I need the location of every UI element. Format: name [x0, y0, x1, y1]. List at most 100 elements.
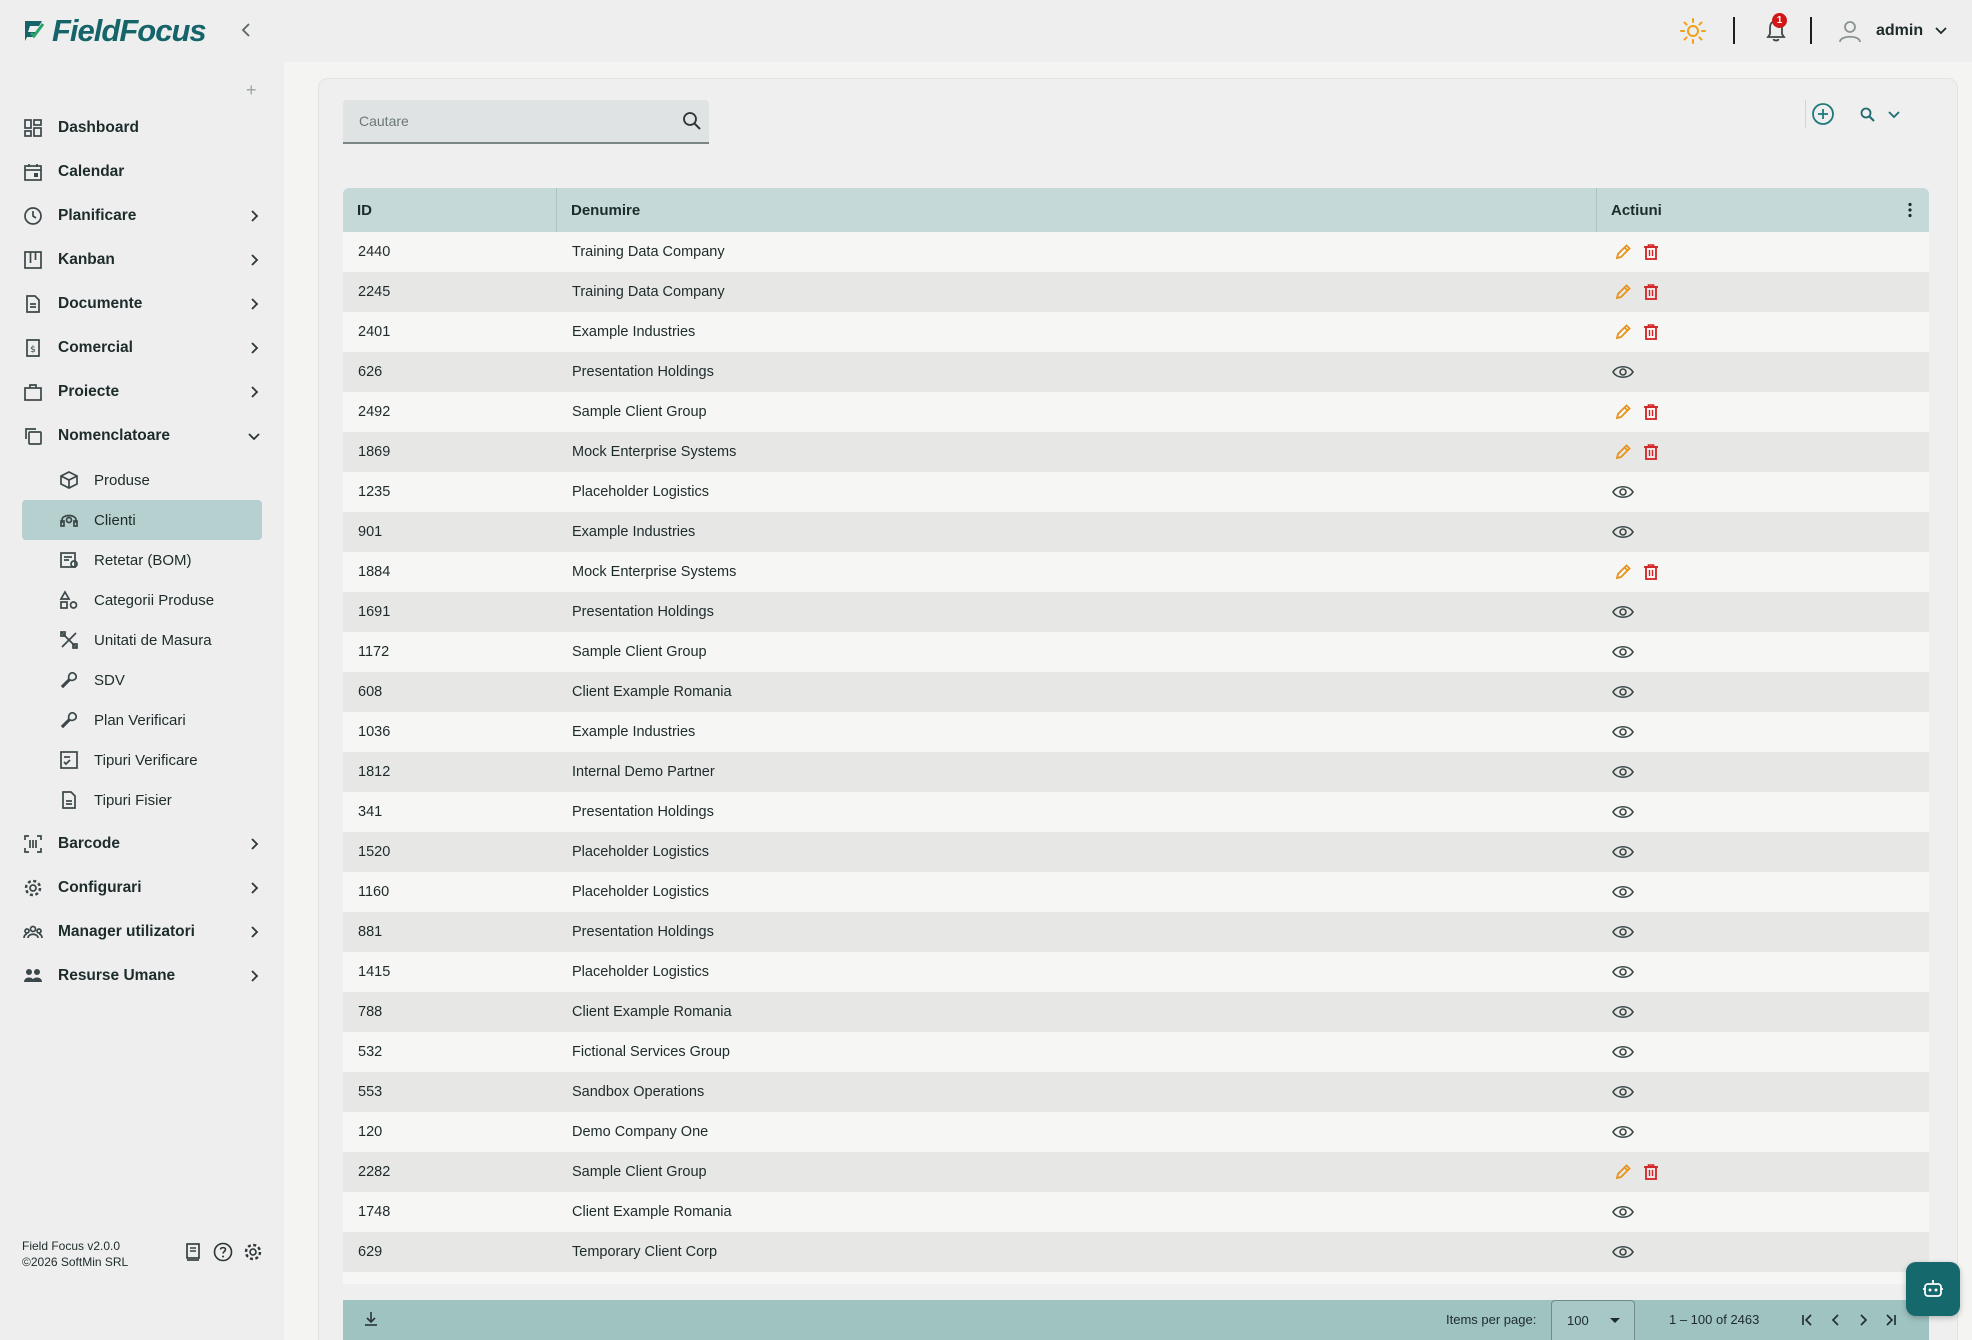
edit-pencil-icon[interactable]: [1612, 441, 1634, 463]
sidebar-subitem-tipuri-fisier[interactable]: Tipuri Fisier: [22, 780, 262, 820]
view-eye-icon[interactable]: [1612, 961, 1634, 983]
table-row[interactable]: 120 Demo Company One: [343, 1112, 1929, 1152]
sidebar-subitem-retetar-bom[interactable]: Retetar (BOM): [22, 540, 262, 580]
sidebar-item-planificare[interactable]: Planificare: [22, 196, 262, 236]
sidebar-item-barcode[interactable]: Barcode: [22, 824, 262, 864]
column-menu-icon[interactable]: [1901, 201, 1919, 219]
table-row[interactable]: 608 Client Example Romania: [343, 672, 1929, 712]
column-header-id[interactable]: ID: [343, 188, 557, 232]
view-eye-icon[interactable]: [1612, 1081, 1634, 1103]
table-row[interactable]: 1036 Example Industries: [343, 712, 1929, 752]
view-eye-icon[interactable]: [1612, 801, 1634, 823]
view-eye-icon[interactable]: [1612, 1001, 1634, 1023]
sidebar-item-dashboard[interactable]: Dashboard: [22, 108, 262, 148]
view-eye-icon[interactable]: [1612, 841, 1634, 863]
view-eye-icon[interactable]: [1612, 881, 1634, 903]
delete-trash-icon[interactable]: [1640, 281, 1662, 303]
download-icon[interactable]: [361, 1309, 381, 1329]
delete-trash-icon[interactable]: [1640, 401, 1662, 423]
sidebar-subitem-sdv[interactable]: SDV: [22, 660, 262, 700]
table-row[interactable]: 2401 Example Industries: [343, 312, 1929, 352]
add-client-button[interactable]: [1810, 101, 1836, 127]
view-eye-icon[interactable]: [1612, 1281, 1634, 1284]
table-row[interactable]: 553 Sandbox Operations: [343, 1072, 1929, 1112]
view-eye-icon[interactable]: [1612, 361, 1634, 383]
view-eye-icon[interactable]: [1612, 481, 1634, 503]
delete-trash-icon[interactable]: [1640, 241, 1662, 263]
table-row[interactable]: 1160 Placeholder Logistics: [343, 872, 1929, 912]
table-row[interactable]: 1520 Placeholder Logistics: [343, 832, 1929, 872]
table-row[interactable]: 1235 Placeholder Logistics: [343, 472, 1929, 512]
sidebar-item-nomenclatoare[interactable]: Nomenclatoare: [22, 416, 262, 456]
first-page-icon[interactable]: [1798, 1310, 1818, 1330]
sidebar-item-resurse-umane[interactable]: Resurse Umane: [22, 956, 262, 996]
table-row[interactable]: 901 Example Industries: [343, 512, 1929, 552]
table-row[interactable]: 881 Presentation Holdings: [343, 912, 1929, 952]
delete-trash-icon[interactable]: [1640, 1161, 1662, 1183]
theme-toggle-sun-icon[interactable]: [1679, 17, 1707, 45]
sidebar-subitem-produse[interactable]: Produse: [22, 460, 262, 500]
app-logo[interactable]: FieldFocus: [22, 13, 207, 48]
delete-trash-icon[interactable]: [1640, 441, 1662, 463]
delete-trash-icon[interactable]: [1640, 561, 1662, 583]
sidebar-subitem-categorii-produse[interactable]: Categorii Produse: [22, 580, 262, 620]
table-row[interactable]: 629 Temporary Client Corp: [343, 1232, 1929, 1272]
view-eye-icon[interactable]: [1612, 1241, 1634, 1263]
filter-menu-button[interactable]: [1858, 104, 1910, 126]
table-row[interactable]: 1812 Internal Demo Partner: [343, 752, 1929, 792]
sidebar-subitem-clienti[interactable]: Clienti: [22, 500, 262, 540]
table-row[interactable]: 2245 Training Data Company: [343, 272, 1929, 312]
items-per-page-select[interactable]: 100: [1551, 1300, 1635, 1340]
view-eye-icon[interactable]: [1612, 681, 1634, 703]
view-eye-icon[interactable]: [1612, 1201, 1634, 1223]
table-row[interactable]: 1691 Presentation Holdings: [343, 592, 1929, 632]
sidebar-subitem-plan-verificari[interactable]: Plan Verificari: [22, 700, 262, 740]
view-eye-icon[interactable]: [1612, 521, 1634, 543]
sidebar-item-documente[interactable]: Documente: [22, 284, 262, 324]
chat-assistant-button[interactable]: [1906, 1262, 1960, 1316]
edit-pencil-icon[interactable]: [1612, 561, 1634, 583]
sidebar-item-calendar[interactable]: Calendar: [22, 152, 262, 192]
column-header-name[interactable]: Denumire: [557, 188, 1597, 232]
view-eye-icon[interactable]: [1612, 601, 1634, 623]
table-row[interactable]: 1172 Sample Client Group: [343, 632, 1929, 672]
table-row[interactable]: 1884 Mock Enterprise Systems: [343, 552, 1929, 592]
help-icon[interactable]: [212, 1241, 234, 1263]
manual-icon[interactable]: [182, 1241, 204, 1263]
edit-pencil-icon[interactable]: [1612, 321, 1634, 343]
sidebar-item-configurari[interactable]: Configurari: [22, 868, 262, 908]
table-row[interactable]: 2440 Training Data Company: [343, 232, 1929, 272]
sidebar-subitem-tipuri-verificare[interactable]: Tipuri Verificare: [22, 740, 262, 780]
view-eye-icon[interactable]: [1612, 1121, 1634, 1143]
table-row[interactable]: 1748 Client Example Romania: [343, 1192, 1929, 1232]
table-row[interactable]: 1415 Placeholder Logistics: [343, 952, 1929, 992]
table-row[interactable]: 1869 Mock Enterprise Systems: [343, 432, 1929, 472]
table-row[interactable]: 532 Fictional Services Group: [343, 1032, 1929, 1072]
delete-trash-icon[interactable]: [1640, 321, 1662, 343]
sidebar-item-kanban[interactable]: Kanban: [22, 240, 262, 280]
search-icon[interactable]: [681, 110, 703, 132]
edit-pencil-icon[interactable]: [1612, 401, 1634, 423]
last-page-icon[interactable]: [1880, 1310, 1900, 1330]
search-field[interactable]: [343, 100, 709, 144]
user-menu[interactable]: admin: [1836, 14, 1947, 48]
table-row[interactable]: 341 Presentation Holdings: [343, 792, 1929, 832]
sidebar-subitem-unitati-de-masura[interactable]: Unitati de Masura: [22, 620, 262, 660]
add-shortcut-button[interactable]: +: [246, 80, 257, 101]
view-eye-icon[interactable]: [1612, 761, 1634, 783]
view-eye-icon[interactable]: [1612, 641, 1634, 663]
view-eye-icon[interactable]: [1612, 721, 1634, 743]
edit-pencil-icon[interactable]: [1612, 1161, 1634, 1183]
table-row[interactable]: 788 Client Example Romania: [343, 992, 1929, 1032]
table-row[interactable]: 2282 Sample Client Group: [343, 1152, 1929, 1192]
search-input[interactable]: [359, 110, 659, 132]
sidebar-item-proiecte[interactable]: Proiecte: [22, 372, 262, 412]
previous-page-icon[interactable]: [1826, 1310, 1846, 1330]
table-row[interactable]: 626 Presentation Holdings: [343, 352, 1929, 392]
view-eye-icon[interactable]: [1612, 1041, 1634, 1063]
collapse-sidebar-button[interactable]: [236, 18, 256, 42]
sidebar-item-manager-utilizatori[interactable]: Manager utilizatori: [22, 912, 262, 952]
table-row[interactable]: 277Fictional Services Group: [343, 1272, 1929, 1284]
settings-gear-icon[interactable]: [242, 1241, 264, 1263]
next-page-icon[interactable]: [1853, 1310, 1873, 1330]
